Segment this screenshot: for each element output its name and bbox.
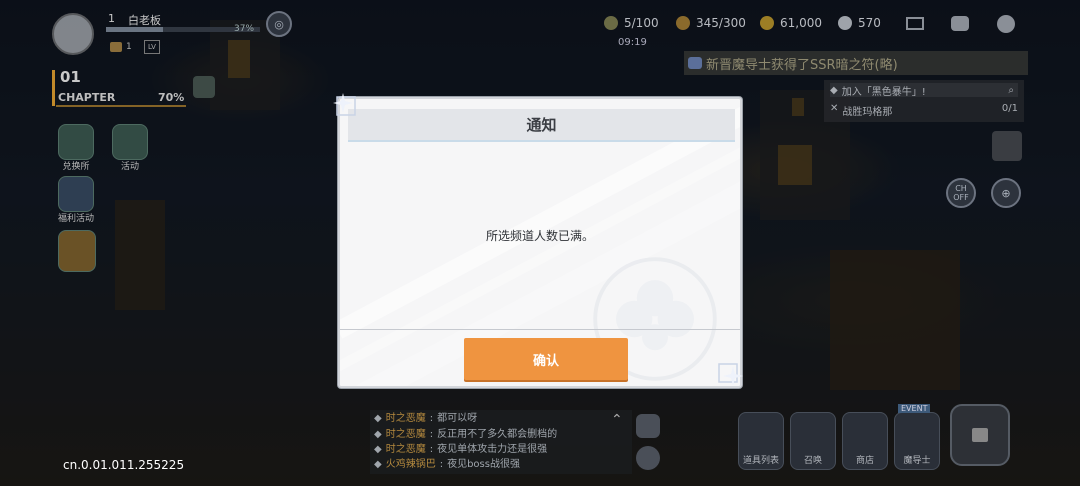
chat-name: 时之恶魔 bbox=[385, 444, 426, 455]
shop-label: 商店 bbox=[855, 456, 874, 466]
dialog-header: 通知 bbox=[348, 109, 735, 142]
exp-percent: 37% bbox=[234, 24, 255, 34]
equipment-button[interactable]: 道具列表 bbox=[738, 412, 784, 470]
equipment-label: 道具列表 bbox=[742, 456, 779, 466]
version-label: cn.0.01.011.255225 bbox=[63, 458, 185, 472]
chat-line: ◆ 时之恶魔: 反正用不了多久都会删档的 bbox=[374, 429, 558, 440]
quest-title: 加入「黑色暴牛」! bbox=[841, 86, 926, 98]
chat-bubble-icon[interactable] bbox=[951, 16, 969, 31]
exchange-icon[interactable] bbox=[58, 124, 94, 160]
dialog-message: 所选频道人数已满。 bbox=[485, 229, 594, 243]
character-portrait-icon[interactable] bbox=[58, 230, 96, 272]
gold-value: 61,000 bbox=[780, 16, 822, 30]
shop-button[interactable]: 商店 bbox=[842, 412, 888, 470]
lock-icon[interactable] bbox=[950, 404, 1010, 466]
sparkle-icon bbox=[718, 363, 743, 386]
quest-swords-icon: ✕ bbox=[830, 103, 839, 114]
welfare-icon[interactable] bbox=[58, 176, 94, 212]
stamina-icon bbox=[604, 16, 618, 30]
chat-name: 火鸡辣锅巴 bbox=[385, 459, 436, 470]
welfare-label: 福利活动 bbox=[57, 214, 94, 224]
clover-menu-icon[interactable] bbox=[997, 15, 1015, 33]
coin-icon bbox=[760, 16, 774, 30]
rank-icon bbox=[110, 42, 122, 52]
exchange-label: 兑换所 bbox=[62, 162, 90, 172]
chapter-progress-line bbox=[56, 105, 186, 107]
chat-line: ◆ 时之恶魔: 都可以呀 bbox=[374, 410, 632, 427]
stamina-value: 5/100 bbox=[624, 16, 659, 30]
chat-expand-icon[interactable]: ⌃ bbox=[611, 412, 623, 428]
chat-line: ◆ 时之恶魔: 夜见单体攻击力还是很强 bbox=[374, 444, 548, 455]
chat-line: ◆ 火鸡辣锅巴: 夜见boss战很强 bbox=[374, 459, 520, 470]
chat-name: 时之恶魔 bbox=[385, 413, 426, 424]
globe-icon[interactable]: ⊕ bbox=[991, 178, 1021, 208]
gem-value: 570 bbox=[858, 16, 881, 30]
gem-counter: 570 bbox=[838, 16, 881, 30]
event-icon[interactable] bbox=[112, 124, 148, 160]
stamina-timer: 09:19 bbox=[618, 37, 647, 48]
mage-label: 魔导士 bbox=[903, 456, 931, 466]
dpad-icon[interactable] bbox=[636, 414, 660, 438]
energy-icon bbox=[676, 16, 690, 30]
player-level: 1 bbox=[108, 12, 115, 25]
chat-text: 夜见单体攻击力还是很强 bbox=[437, 444, 548, 455]
player-name: 白老板 bbox=[128, 14, 161, 27]
notice-dialog: 通知 所选频道人数已满。 确认 bbox=[338, 97, 742, 388]
chat-text: 都可以呀 bbox=[437, 413, 478, 424]
quest-search-icon[interactable]: ⌕ bbox=[1008, 85, 1014, 96]
chapter-number: 01 bbox=[60, 68, 81, 86]
stamina-counter: 5/100 bbox=[604, 16, 659, 30]
summon-button[interactable]: 召唤 bbox=[790, 412, 836, 470]
confirm-button[interactable]: 确认 bbox=[464, 338, 628, 380]
gold-counter: 61,000 bbox=[760, 16, 822, 30]
camera-icon[interactable] bbox=[193, 76, 215, 98]
emoji-icon[interactable] bbox=[636, 446, 660, 470]
summon-label: 召唤 bbox=[803, 456, 822, 466]
quest-diamond-icon: ◆ bbox=[830, 84, 838, 96]
chapter-percent: 70% bbox=[158, 91, 185, 104]
secondary-counter: 345/300 bbox=[676, 16, 746, 30]
bank-icon[interactable]: ◎ bbox=[266, 11, 292, 37]
chapter-bar bbox=[52, 70, 55, 106]
broadcast-text: 新晋魔导士获得了SSR暗之符(略) bbox=[706, 57, 898, 73]
event-label: 活动 bbox=[120, 162, 139, 172]
sparkle-icon bbox=[333, 93, 356, 116]
quest-panel[interactable]: ◆ 加入「黑色暴牛」! ⌕ ✕ 战胜玛格那 0/1 bbox=[824, 80, 1024, 122]
ladybug-icon[interactable] bbox=[992, 131, 1022, 161]
rank-number: 1 bbox=[126, 42, 132, 52]
broadcast-icon bbox=[688, 57, 702, 69]
player-avatar[interactable] bbox=[52, 13, 94, 55]
lv-badge: LV bbox=[144, 40, 160, 54]
channel-toggle[interactable]: CH OFF bbox=[946, 178, 976, 208]
dialog-title: 通知 bbox=[526, 116, 557, 134]
chat-log[interactable]: ◆ 时之恶魔: 都可以呀 ◆ 时之恶魔: 反正用不了多久都会删档的 ◆ 时之恶魔: 夜见单体… bbox=[370, 410, 632, 474]
quest-count: 0/1 bbox=[1001, 103, 1018, 114]
chat-text: 反正用不了多久都会删档的 bbox=[437, 429, 558, 440]
event-badge: EVENT bbox=[898, 404, 931, 413]
chat-text: 夜见boss战很强 bbox=[447, 459, 520, 470]
chapter-label: CHAPTER bbox=[58, 91, 116, 104]
quest-task: 战胜玛格那 bbox=[842, 107, 893, 118]
broadcast-banner: 新晋魔导士获得了SSR暗之符(略) bbox=[684, 51, 1028, 75]
gem-icon bbox=[838, 16, 852, 30]
dialog-divider bbox=[340, 329, 740, 330]
mail-icon[interactable] bbox=[906, 17, 924, 30]
chat-name: 时之恶魔 bbox=[385, 429, 426, 440]
secondary-value: 345/300 bbox=[696, 16, 746, 30]
mage-button[interactable]: 魔导士 bbox=[894, 412, 940, 470]
